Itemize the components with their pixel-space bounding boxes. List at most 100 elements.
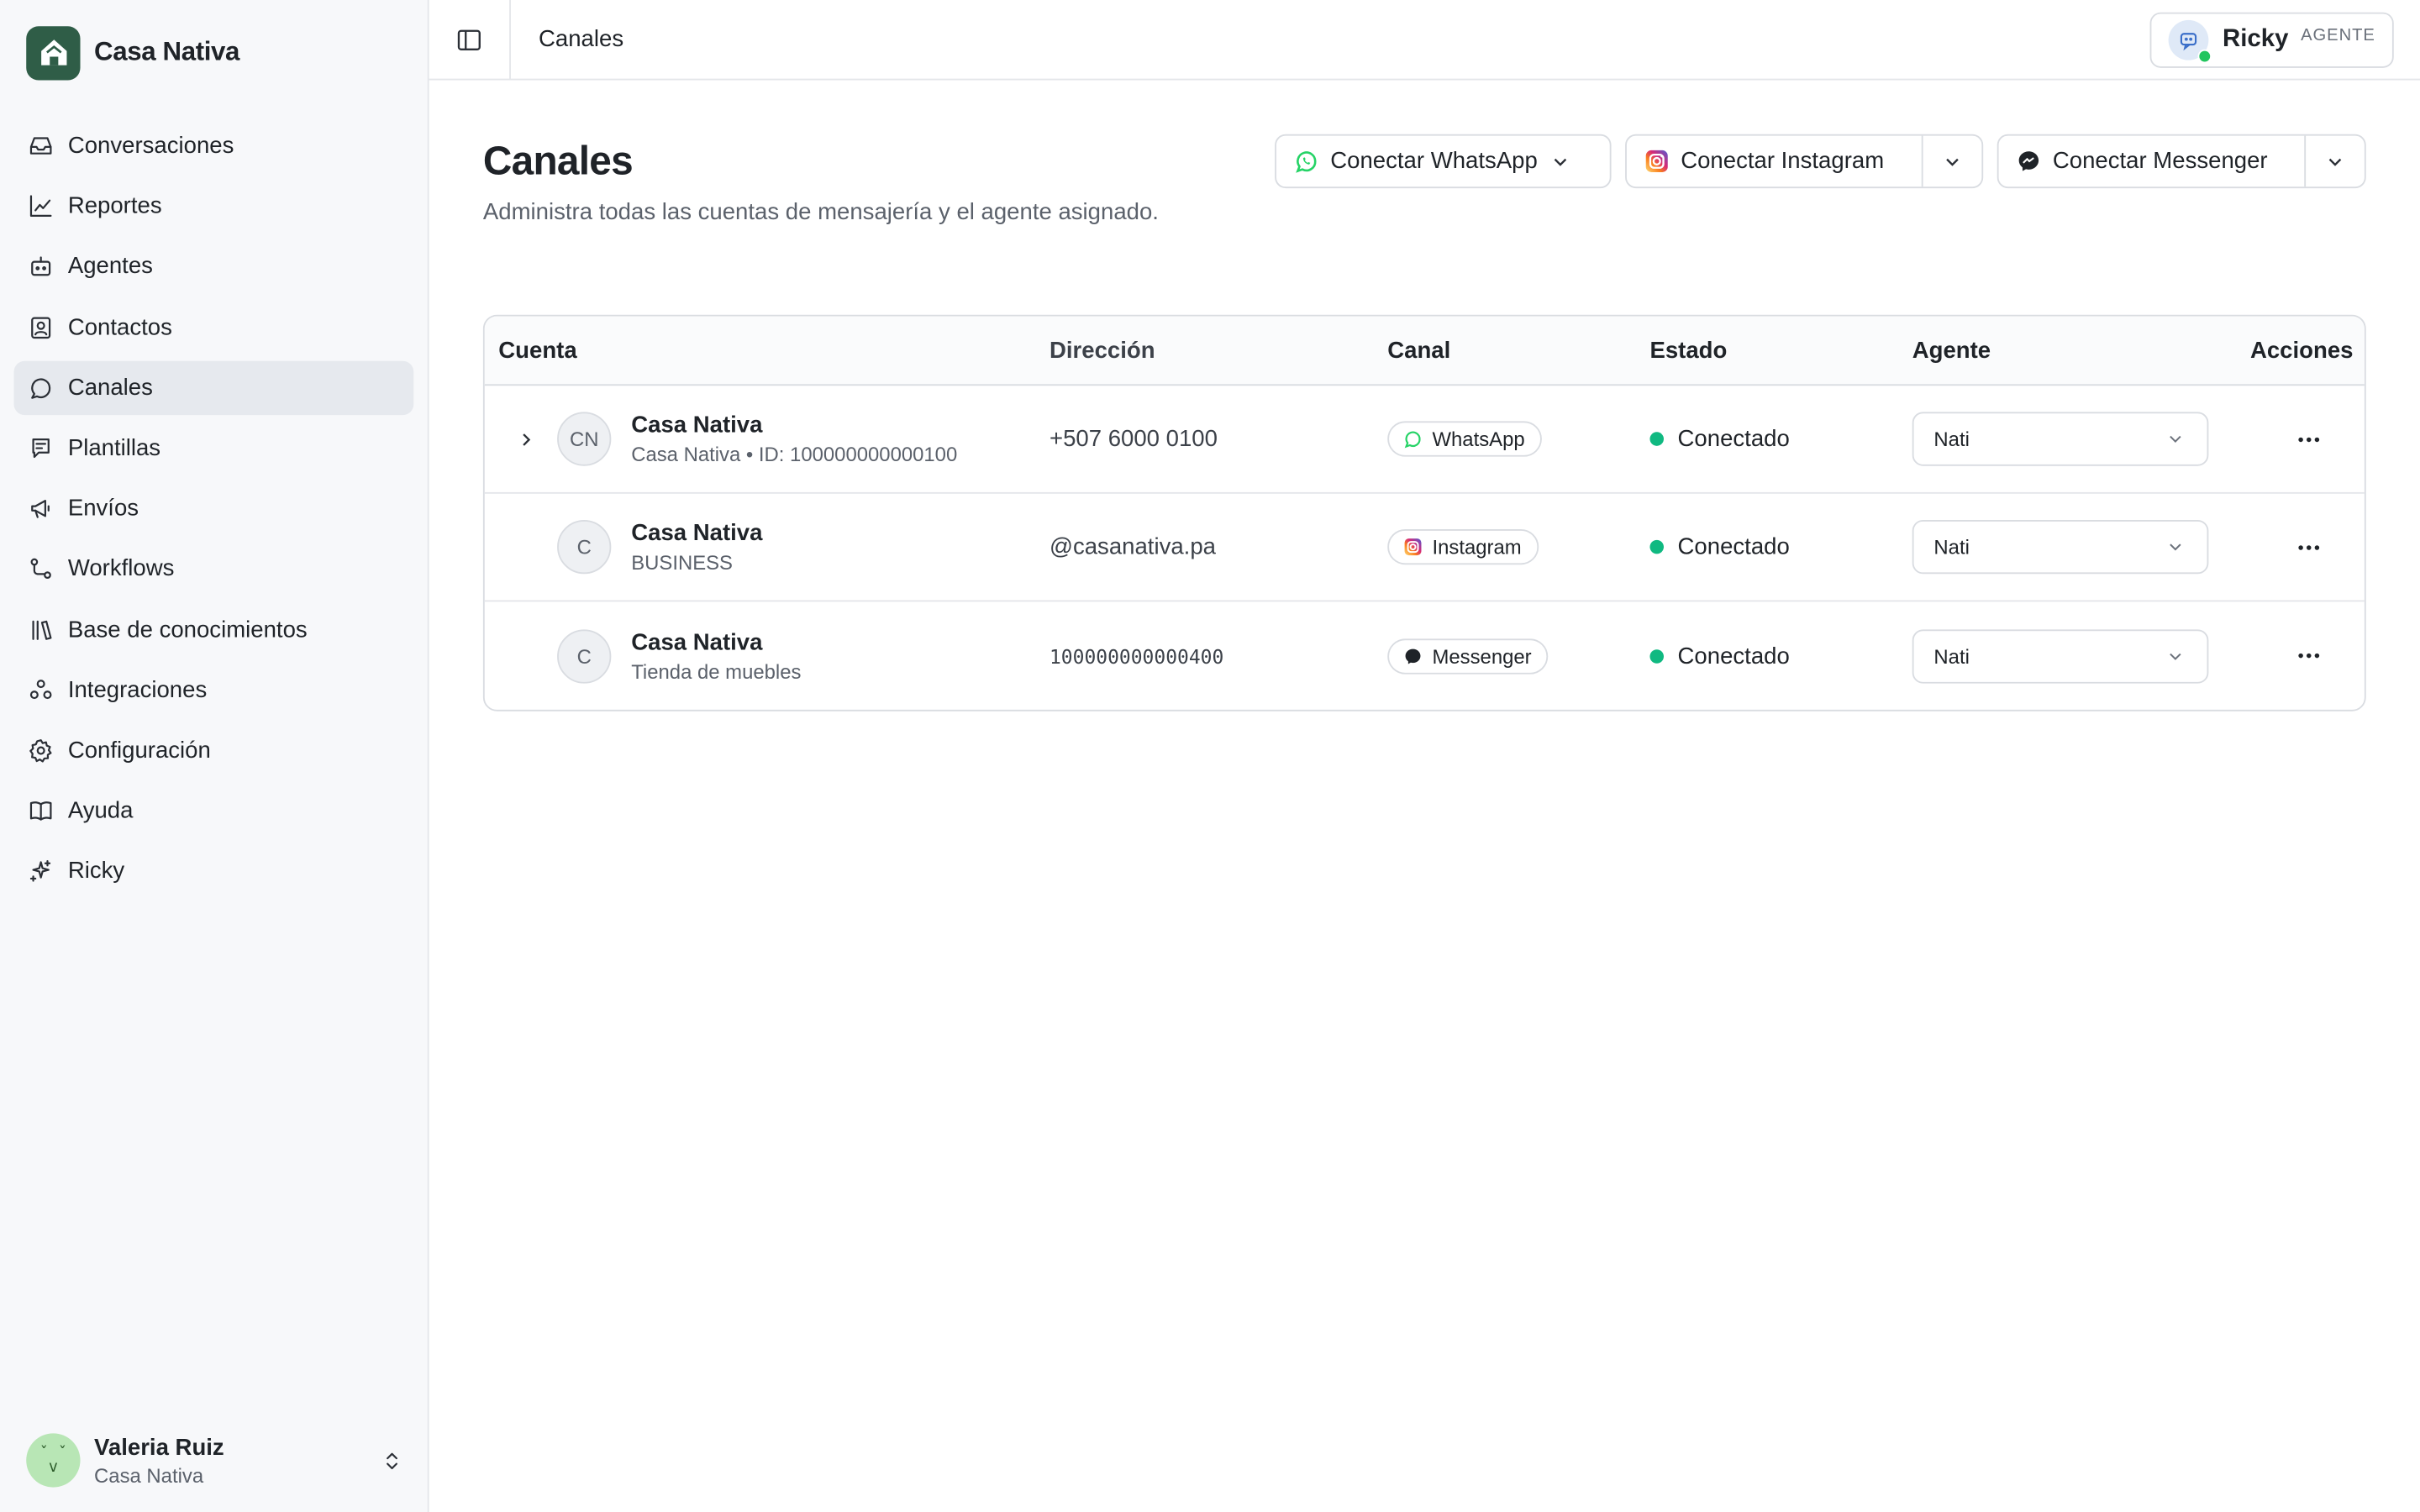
topbar: Canales Ricky AGENTE [429, 0, 2420, 81]
status-dot [1649, 432, 1664, 446]
messenger-dropdown-button[interactable] [2306, 136, 2365, 187]
table-row[interactable]: C Casa Nativa BUSINESS @casanativa.pa In… [484, 494, 2365, 602]
row-actions-button[interactable] [2281, 628, 2335, 682]
house-icon [26, 25, 81, 80]
book-icon [26, 797, 54, 825]
sidebar-toggle-button[interactable] [429, 0, 511, 80]
agent-select[interactable]: Nati [1912, 519, 2209, 575]
user-org: Casa Nativa [94, 1463, 204, 1487]
connect-whatsapp-button[interactable]: Conectar WhatsApp [1275, 134, 1612, 189]
channel-badge-label: Messenger [1432, 643, 1532, 668]
messenger-icon [1402, 645, 1423, 667]
agent-select[interactable]: Nati [1912, 412, 2209, 466]
inbox-icon [26, 132, 54, 160]
connect-messenger-button[interactable]: Conectar Messenger [1999, 135, 2307, 187]
account-avatar: C [557, 519, 612, 575]
connect-instagram-button[interactable]: Conectar Instagram [1627, 135, 1923, 187]
expand-row-button[interactable] [498, 412, 552, 465]
sidebar-item-ayuda[interactable]: Ayuda [14, 784, 414, 837]
bot-icon [26, 253, 54, 281]
column-header-cuenta[interactable]: Cuenta [485, 337, 1050, 363]
sidebar-item-label: Workflows [67, 555, 175, 583]
row-actions-button[interactable] [2281, 412, 2335, 465]
agent-name: Ricky [2223, 26, 2289, 53]
row-actions-button[interactable] [2281, 520, 2335, 574]
main: Canales Ricky AGENTE Canales Administra … [429, 0, 2420, 1512]
gear-icon [26, 737, 54, 764]
sidebar-item-label: Envíos [67, 495, 139, 522]
agent-select-value: Nati [1933, 535, 1970, 559]
sidebar-item-integraciones[interactable]: Integraciones [14, 663, 414, 717]
sidebar-item-label: Reportes [67, 192, 162, 220]
status-text: Conectado [1677, 425, 1790, 453]
page-subtitle: Administra todas las cuentas de mensajer… [482, 198, 1159, 226]
sidebar-item-label: Integraciones [67, 676, 208, 703]
avatar: ˇ ˇv [26, 1433, 81, 1488]
column-header-direccion[interactable]: Dirección [1050, 337, 1387, 363]
user-menu[interactable]: ˇ ˇv Valeria Ruiz Casa Nativa [26, 1433, 406, 1488]
whatsapp-icon [1402, 428, 1423, 450]
agent-chip[interactable]: Ricky AGENTE [2149, 12, 2394, 68]
sidebar-item-label: Plantillas [67, 434, 161, 462]
instagram-icon [1402, 536, 1423, 558]
contact-icon [26, 313, 54, 341]
chevron-down-icon [1946, 157, 1959, 165]
chevron-down-icon [2170, 543, 2181, 551]
sidebar-item-ricky[interactable]: Ricky [14, 844, 414, 898]
status-dot [1649, 648, 1664, 663]
account-sub: Tienda de muebles [631, 659, 802, 683]
column-header-canal[interactable]: Canal [1387, 337, 1649, 363]
integrations-icon [26, 676, 54, 704]
table-header: Cuenta Dirección Canal Estado Agente Acc… [484, 316, 2365, 386]
sidebar-item-label: Base de conocimientos [67, 616, 308, 643]
brand[interactable]: Casa Nativa [0, 0, 428, 105]
connect-messenger-split: Conectar Messenger [1996, 134, 2366, 189]
user-name: Valeria Ruiz [94, 1434, 224, 1461]
status-text: Conectado [1677, 643, 1790, 669]
agent-select[interactable]: Nati [1912, 628, 2209, 683]
chevron-down-icon [1555, 157, 1567, 165]
chevron-down-icon [2170, 435, 2181, 443]
sidebar-item-contactos[interactable]: Contactos [14, 300, 414, 354]
channel-badge-label: Instagram [1432, 535, 1522, 559]
library-icon [26, 616, 54, 643]
table-row[interactable]: C Casa Nativa Tienda de muebles 10000000… [485, 601, 2365, 710]
sidebar-item-label: Contactos [67, 313, 172, 341]
column-header-agente[interactable]: Agente [1912, 337, 2250, 363]
sidebar-item-label: Configuración [67, 737, 211, 764]
agent-select-value: Nati [1933, 427, 1970, 451]
connect-instagram-label: Conectar Instagram [1681, 148, 1885, 175]
sidebar-item-plantillas[interactable]: Plantillas [14, 421, 414, 475]
table-row[interactable]: CN Casa Nativa Casa Nativa • ID: 1000000… [484, 386, 2365, 494]
sidebar-item-reportes[interactable]: Reportes [14, 179, 414, 233]
chat-bubble-icon [26, 374, 54, 402]
column-header-estado[interactable]: Estado [1649, 337, 1912, 363]
sidebar-item-agentes[interactable]: Agentes [14, 239, 414, 293]
sidebar-item-base-conocimientos[interactable]: Base de conocimientos [14, 602, 414, 656]
account-name: Casa Nativa [631, 412, 763, 438]
channels-table: Cuenta Dirección Canal Estado Agente Acc… [482, 314, 2366, 711]
sidebar-item-label: Agentes [67, 253, 153, 281]
chevrons-updown-icon[interactable] [378, 1446, 406, 1474]
address-cell: @casanativa.pa [1049, 533, 1216, 560]
channel-badge: Instagram [1387, 529, 1539, 565]
more-horizontal-icon [2297, 544, 2319, 549]
status-dot [1649, 539, 1664, 554]
sidebar-item-label: Canales [67, 374, 153, 402]
megaphone-icon [26, 495, 54, 522]
sidebar-item-configuracion[interactable]: Configuración [14, 723, 414, 777]
account-avatar: CN [557, 412, 612, 466]
connect-actions: Conectar WhatsApp Conectar Instagram Con… [1275, 134, 2366, 189]
sidebar-item-envios[interactable]: Envíos [14, 481, 414, 535]
agent-select-value: Nati [1933, 643, 1970, 668]
channel-badge: Messenger [1387, 638, 1549, 674]
sidebar-item-label: Ayuda [67, 797, 134, 824]
sidebar-item-label: Conversaciones [67, 132, 234, 160]
instagram-dropdown-button[interactable] [1923, 136, 1982, 187]
sidebar-item-workflows[interactable]: Workflows [14, 542, 414, 596]
sidebar-item-conversaciones[interactable]: Conversaciones [14, 118, 414, 172]
more-horizontal-icon [2297, 436, 2319, 442]
sidebar-item-canales[interactable]: Canales [13, 360, 414, 415]
breadcrumb: Canales [539, 26, 624, 53]
account-sub: BUSINESS [631, 550, 733, 575]
